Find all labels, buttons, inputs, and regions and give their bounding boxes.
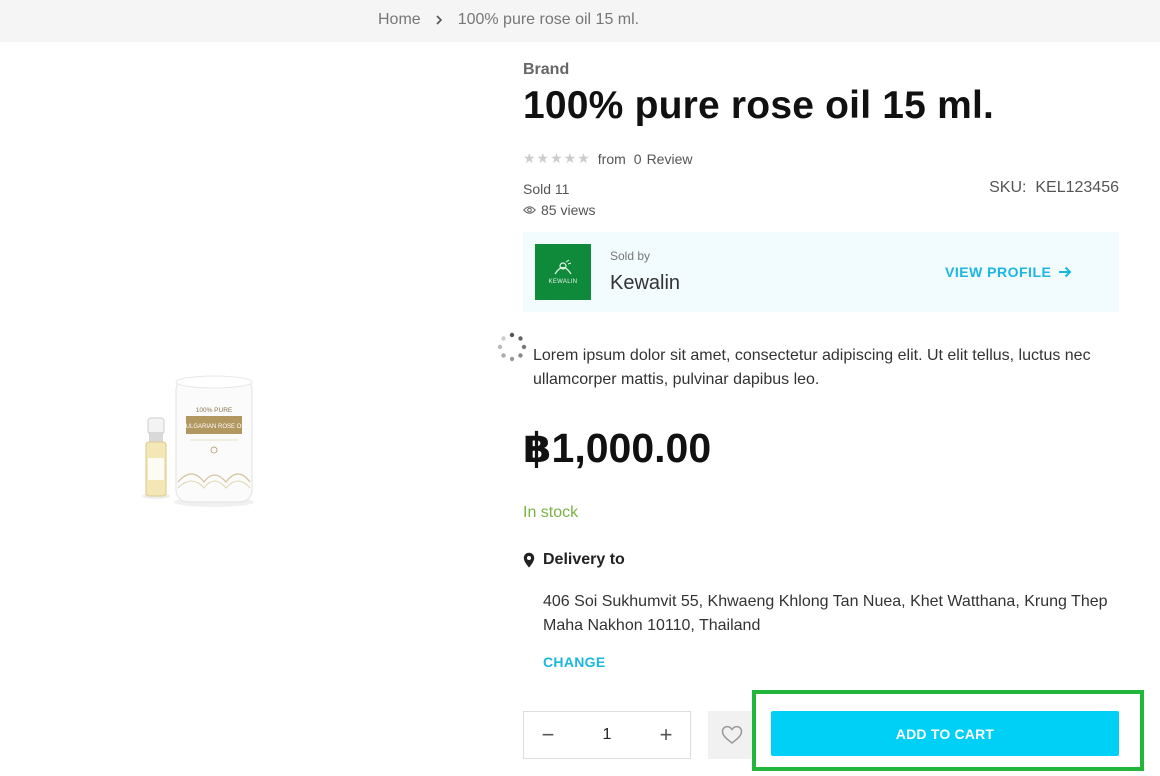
chevron-right-icon — [435, 13, 443, 28]
review-count: 0 — [633, 150, 642, 167]
delivery-label: Delivery to — [543, 551, 625, 568]
product-image[interactable]: 100% PURE BULGARIAN ROSE OIL — [112, 370, 288, 522]
breadcrumb-home[interactable]: Home — [378, 11, 421, 29]
view-profile-label: VIEW PROFILE — [945, 264, 1052, 280]
eye-icon — [523, 206, 536, 214]
breadcrumb: Home 100% pure rose oil 15 ml. — [378, 11, 639, 29]
wishlist-button[interactable] — [708, 711, 756, 759]
change-address-link[interactable]: CHANGE — [543, 654, 605, 670]
add-to-cart-button[interactable]: ADD TO CART — [771, 711, 1119, 756]
decrease-quantity-button[interactable]: − — [538, 722, 558, 748]
rating-from: from — [597, 150, 626, 167]
delivery-address: 406 Soi Sukhumvit 55, Khwaeng Khlong Tan… — [543, 593, 1108, 634]
image-text-top: 100% PURE — [196, 407, 233, 414]
delivery-heading: Delivery to — [523, 551, 625, 569]
view-count: 85 views — [523, 202, 595, 218]
sold-by-label: Sold by — [610, 249, 651, 263]
view-profile-link[interactable]: VIEW PROFILE — [945, 264, 1072, 280]
brand-label[interactable]: Brand — [523, 61, 569, 79]
quantity-value[interactable]: 1 — [603, 726, 612, 744]
sku: SKU: KEL123456 — [989, 179, 1119, 197]
rating: ★★★★★ from 0 Review — [523, 150, 692, 167]
seller-logo-icon — [554, 259, 572, 275]
product-price: ฿1,000.00 — [523, 425, 712, 471]
product-title: 100% pure rose oil 15 ml. — [523, 84, 995, 127]
increase-quantity-button[interactable]: + — [656, 722, 676, 748]
star-icon: ★★★★★ — [523, 150, 591, 166]
stock-status: In stock — [523, 504, 579, 521]
seller-card: KEWALIN Sold by Kewalin VIEW PROFILE — [523, 232, 1119, 312]
sku-label: SKU: — [989, 179, 1027, 196]
product-description: Lorem ipsum dolor sit amet, consectetur … — [533, 347, 1091, 388]
seller-logo-text: KEWALIN — [548, 279, 578, 285]
arrow-right-icon — [1059, 266, 1072, 278]
spinner-icon — [497, 332, 527, 362]
views-text: 85 views — [541, 202, 596, 218]
review-label[interactable]: Review — [647, 151, 693, 167]
quantity-stepper: − 1 + — [523, 711, 691, 759]
image-text-band: BULGARIAN ROSE OIL — [182, 424, 247, 430]
sku-value: KEL123456 — [1035, 179, 1119, 196]
seller-name[interactable]: Kewalin — [610, 272, 680, 295]
heart-icon — [721, 725, 743, 744]
map-pin-icon — [523, 552, 535, 568]
sold-count: Sold 11 — [523, 181, 570, 197]
seller-logo[interactable]: KEWALIN — [535, 244, 591, 300]
breadcrumb-bar: Home 100% pure rose oil 15 ml. — [0, 0, 1160, 42]
breadcrumb-current: 100% pure rose oil 15 ml. — [457, 11, 640, 28]
